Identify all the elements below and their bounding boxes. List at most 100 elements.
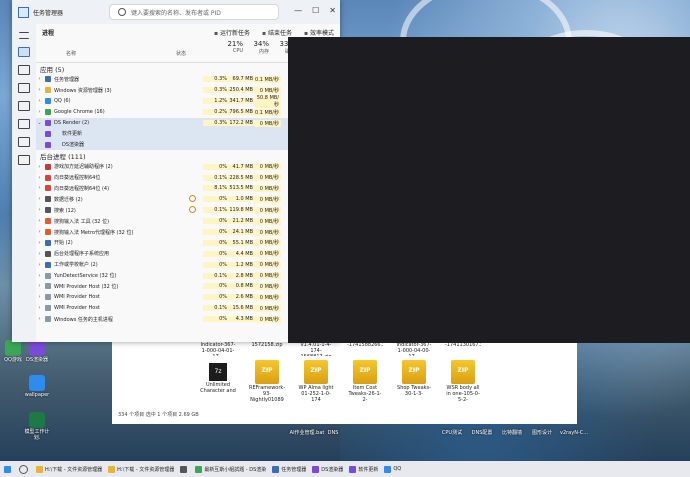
taskbar-item-label: 最新互斯小組試题 - DS渲染 — [204, 466, 267, 473]
file-explorer-window: Indicator-367-1-000-04-01-17... 1572158.z… — [112, 342, 577, 424]
expand-chevron-icon[interactable]: › — [36, 273, 43, 279]
taskbar-item[interactable]: 软件更新 — [349, 465, 379, 473]
processes-icon[interactable] — [18, 47, 30, 57]
startup-apps-icon[interactable] — [18, 101, 30, 111]
expand-chevron-icon[interactable]: › — [36, 283, 43, 289]
performance-icon[interactable] — [18, 65, 30, 75]
expand-chevron-icon[interactable]: › — [36, 316, 43, 322]
expand-chevron-icon[interactable]: › — [36, 87, 43, 93]
taskbar-item[interactable]: 最新互斯小組試题 - DS渲染 — [195, 465, 267, 473]
process-disk: 0.1 MB/秒 — [255, 75, 281, 83]
desktop-icon[interactable]: QQ游戏 — [0, 340, 26, 363]
app-history-icon[interactable] — [18, 83, 30, 93]
taskbar-item[interactable]: 任务管理器 — [272, 465, 306, 473]
end-task-button[interactable]: 结束任务 — [262, 28, 292, 37]
taskbar-item[interactable]: H:\下载 - 文件资源管理器 — [36, 465, 102, 473]
process-memory: 2.6 MB — [229, 294, 255, 301]
page-title: 进程 — [42, 29, 55, 37]
file-item[interactable]: v1.4.01-1-4-174-1568817.zip — [298, 342, 334, 356]
process-cpu: 0% — [203, 283, 229, 290]
expand-chevron-icon[interactable]: › — [36, 98, 43, 104]
expand-chevron-icon[interactable]: › — [36, 305, 43, 311]
expand-chevron-icon[interactable]: › — [36, 294, 43, 300]
file-name: Unlimited Character and — [200, 382, 236, 394]
process-cpu: 0% — [203, 261, 229, 268]
file-item[interactable]: WSR body all in one-105-0-5-2- — [445, 360, 481, 403]
users-icon[interactable] — [18, 119, 30, 129]
expand-chevron-icon[interactable]: ⌄ — [36, 120, 43, 126]
minimize-icon[interactable]: — — [294, 6, 302, 15]
desktop-icon[interactable]: CPU测试 — [437, 430, 467, 436]
efficiency-mode-button[interactable]: 效率模式 — [304, 28, 334, 37]
process-disk: 0 MB/秒 — [255, 184, 281, 192]
taskbar-item[interactable] — [180, 465, 189, 473]
update-icon — [349, 465, 357, 473]
file-item[interactable]: 7z Unlimited Character and — [200, 360, 236, 394]
file-item[interactable]: Indicator-367-1-000-04-01-17... — [200, 342, 236, 356]
expand-chevron-icon[interactable]: › — [36, 76, 43, 82]
column-status[interactable]: 状态 — [176, 40, 219, 62]
memory-label: 内存 — [258, 49, 269, 55]
search-button[interactable] — [19, 464, 30, 474]
expand-chevron-icon[interactable]: › — [36, 240, 43, 246]
expand-chevron-icon[interactable]: › — [36, 229, 43, 235]
file-item[interactable]: -1741130167.zip — [445, 342, 481, 356]
maximize-icon[interactable]: ☐ — [312, 6, 319, 15]
process-cpu: 0.3% — [203, 76, 229, 83]
file-item[interactable]: Item Cost Tweaks-26-1-2- — [347, 360, 383, 403]
file-item[interactable]: WP Alma light 01-252-1-0-174 — [298, 360, 334, 403]
process-name: 搜狗输入法 Metro代理程序 (32 位) — [54, 229, 134, 236]
desktop-icon[interactable]: DNS配置 — [467, 430, 497, 436]
desktop-icon[interactable]: DS渲染器 — [24, 340, 50, 363]
column-name[interactable]: 名称 — [36, 40, 176, 62]
file-item[interactable]: -1741588266.zip — [347, 342, 383, 356]
process-memory: 796.5 MB — [229, 109, 255, 116]
taskbar-item[interactable]: DS渲染器 — [312, 465, 343, 473]
taskbar-item[interactable]: H:\下载 - 文件资源管理器 — [108, 465, 174, 473]
taskbar-item[interactable]: QQ — [384, 465, 401, 473]
process-icon — [45, 120, 51, 126]
menu-icon[interactable] — [19, 32, 29, 39]
paused-icon — [189, 205, 196, 213]
process-memory: 69.7 MB — [229, 76, 255, 83]
expand-chevron-icon[interactable]: › — [36, 109, 43, 115]
column-memory[interactable]: 34% 内存 — [245, 40, 271, 62]
file-item[interactable]: Indicator-367-1-000-04-00-17... — [396, 342, 432, 356]
process-disk: 0 MB/秒 — [255, 282, 281, 290]
desktop-icon[interactable]: 模型工作计划. — [24, 412, 50, 441]
folder-icon — [36, 465, 43, 473]
close-icon[interactable]: ✕ — [329, 6, 336, 15]
explorer-status-bar: 334 个项目 选中 1 个项目 2.69 GB — [118, 412, 199, 418]
process-cpu: 0% — [203, 294, 229, 301]
expand-chevron-icon[interactable]: › — [36, 207, 43, 213]
window-title: 任务管理器 — [33, 9, 64, 17]
file-item[interactable]: Shop Tweaks-30-1-3- — [396, 360, 432, 397]
desktop-icon-label: wallpaper — [24, 392, 50, 398]
expand-chevron-icon[interactable]: › — [36, 218, 43, 224]
desktop-icon[interactable]: v2rayN-C... — [557, 430, 591, 436]
expand-chevron-icon[interactable]: › — [36, 185, 43, 191]
process-name: 软件更新 — [62, 131, 83, 138]
desktop-icon[interactable]: 图形设计 — [527, 430, 557, 436]
desktop-icon[interactable]: DNS — [318, 430, 348, 436]
desktop-icon[interactable]: wallpaper — [24, 375, 50, 398]
expand-chevron-icon[interactable]: › — [36, 262, 43, 268]
process-disk: 0 MB/秒 — [255, 261, 281, 269]
file-item[interactable]: 1572158.zip — [249, 342, 285, 356]
services-icon[interactable] — [18, 155, 30, 165]
expand-chevron-icon[interactable]: › — [36, 175, 43, 181]
details-icon[interactable] — [18, 137, 30, 147]
expand-chevron-icon[interactable]: › — [36, 196, 43, 202]
process-name: 搜索 (12) — [54, 207, 76, 214]
start-button[interactable] — [4, 465, 13, 473]
column-cpu[interactable]: 21% CPU — [219, 40, 245, 62]
expand-chevron-icon[interactable]: › — [36, 251, 43, 257]
file-item[interactable]: REFramework-93-Nightly01089 — [249, 360, 285, 403]
taskbar-item-label: 软件更新 — [358, 466, 379, 473]
search-input[interactable]: 键入要搜索的名称、发布者或 PID — [109, 4, 280, 20]
desktop-icon-label: 图形设计 — [531, 430, 552, 436]
run-new-task-button[interactable]: 运行新任务 — [214, 28, 250, 37]
desktop-icon[interactable]: 比特翻墙 — [497, 430, 527, 436]
cpu-label: CPU — [232, 48, 243, 54]
expand-chevron-icon[interactable]: › — [36, 164, 43, 170]
